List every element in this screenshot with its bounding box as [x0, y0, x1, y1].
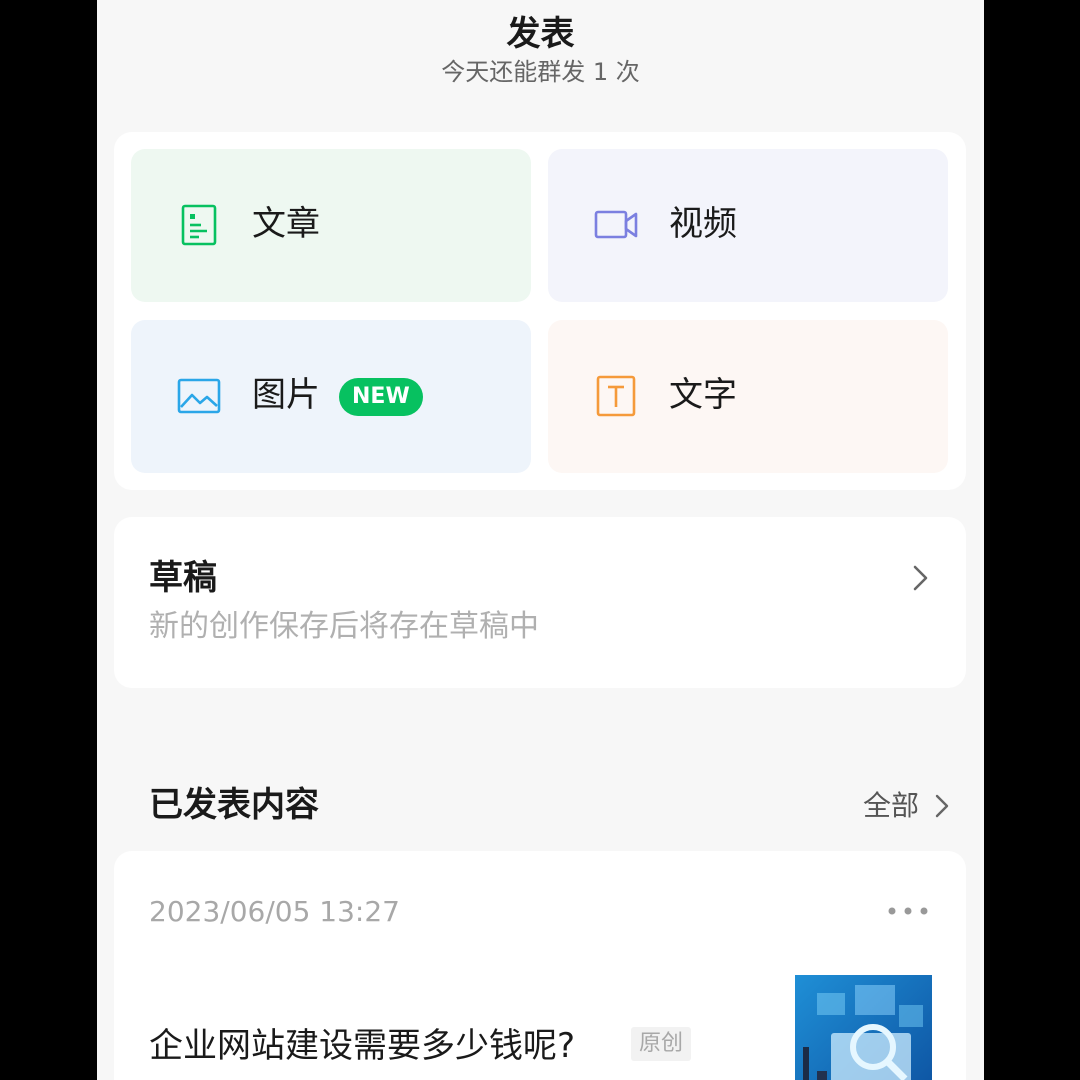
drafts-title: 草稿: [149, 558, 217, 598]
new-badge: NEW: [339, 378, 423, 416]
post-date: 2023/06/05 13:27: [149, 895, 400, 928]
page-subtitle: 今天还能群发 1 次: [441, 58, 640, 86]
post-title[interactable]: 企业网站建设需要多少钱呢?: [149, 1023, 575, 1069]
publish-article-button[interactable]: 文章: [131, 149, 531, 302]
drafts-subtitle: 新的创作保存后将存在草稿中: [149, 609, 539, 644]
publish-text-label: 文字: [669, 375, 737, 415]
publish-options-card: 文章 视频 图片 NEW 文字: [114, 132, 966, 490]
text-icon: [596, 375, 636, 417]
page-title: 发表: [506, 14, 575, 54]
original-tag: 原创: [631, 1027, 692, 1061]
publish-image-label: 图片: [252, 375, 320, 415]
article-icon: [181, 204, 217, 246]
published-post-card: 2023/06/05 13:27 企业网站建设需要多少钱呢? 原创: [114, 851, 966, 1080]
published-section-title: 已发表内容: [149, 785, 319, 825]
video-icon: [594, 210, 638, 239]
publish-video-label: 视频: [669, 204, 737, 244]
view-all-label: 全部: [863, 789, 920, 822]
image-icon: [177, 378, 221, 414]
publish-article-label: 文章: [252, 204, 320, 244]
publish-screen: 发表 今天还能群发 1 次 文章 视频 图片 NEW 文字 草稿 新的创作保存后…: [97, 0, 984, 1080]
drafts-card[interactable]: 草稿 新的创作保存后将存在草稿中: [114, 517, 966, 688]
chevron-right-icon: [935, 794, 949, 818]
publish-video-button[interactable]: 视频: [548, 149, 948, 302]
publish-text-button[interactable]: 文字: [548, 320, 948, 473]
post-thumbnail[interactable]: [795, 975, 932, 1080]
publish-image-button[interactable]: 图片 NEW: [131, 320, 531, 473]
more-options-icon[interactable]: [885, 901, 931, 921]
chevron-right-icon: [913, 565, 928, 591]
view-all-link[interactable]: 全部: [863, 786, 949, 826]
